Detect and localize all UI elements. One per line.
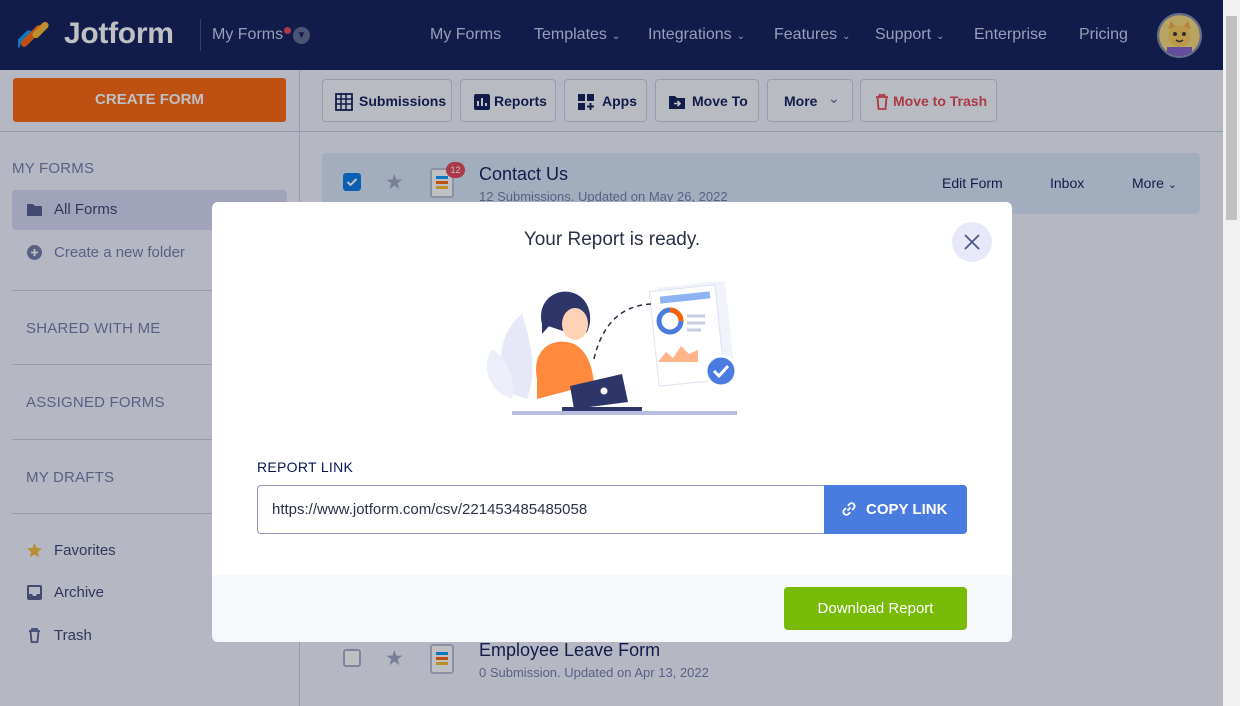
close-icon: [964, 234, 980, 250]
report-link-label: REPORT LINK: [257, 459, 354, 475]
modal-footer: Download Report: [212, 575, 1012, 642]
close-button[interactable]: [952, 222, 992, 262]
download-report-button[interactable]: Download Report: [784, 587, 967, 630]
link-icon: [842, 502, 856, 516]
modal-title: Your Report is ready.: [523, 229, 701, 250]
report-ready-illustration: [486, 280, 738, 415]
report-link-input[interactable]: [257, 485, 825, 534]
report-ready-modal: Your Report is ready. REPORT LINK COPY L…: [212, 202, 1012, 642]
scrollbar-thumb[interactable]: [1226, 16, 1237, 220]
copy-link-button[interactable]: COPY LINK: [824, 485, 967, 534]
copy-link-label: COPY LINK: [866, 501, 948, 518]
